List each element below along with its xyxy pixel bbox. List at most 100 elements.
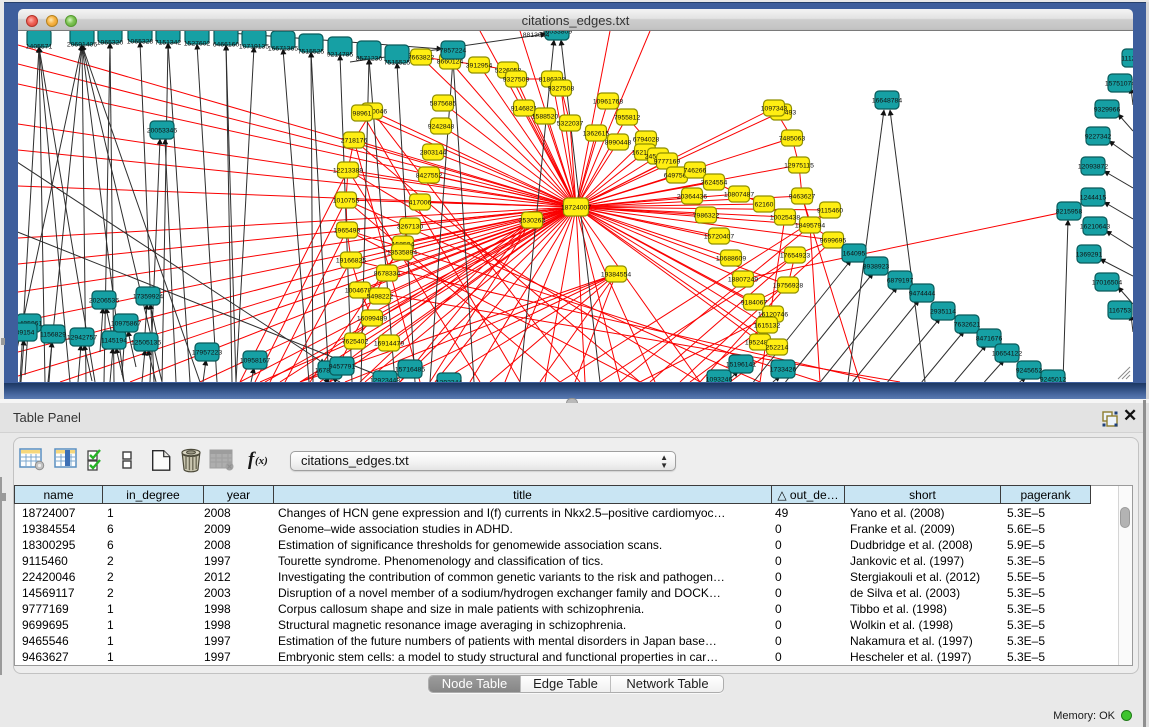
svg-text:7515525: 7515525	[384, 60, 411, 67]
svg-text:12213389: 12213389	[333, 168, 363, 175]
svg-text:9214785: 9214785	[327, 52, 354, 59]
svg-text:1145194: 1145194	[101, 338, 127, 345]
svg-text:8990448: 8990448	[605, 140, 632, 147]
svg-text:9146821: 9146821	[511, 106, 538, 113]
svg-text:15751074: 15751074	[1105, 81, 1133, 88]
svg-text:1965498: 1965498	[334, 228, 361, 235]
svg-text:12093872: 12093872	[1078, 164, 1108, 171]
svg-text:19166825: 19166825	[336, 258, 366, 265]
svg-text:1733426: 1733426	[770, 367, 797, 374]
svg-text:9327509: 9327509	[503, 77, 530, 84]
svg-text:16210643: 16210643	[1080, 224, 1110, 231]
svg-text:17654923: 17654923	[780, 253, 810, 260]
svg-text:16914479: 16914479	[374, 341, 404, 348]
svg-text:7632621: 7632621	[954, 322, 981, 329]
svg-text:17957223: 17957223	[192, 350, 222, 357]
svg-text:5498222: 5498222	[367, 294, 394, 301]
svg-text:6879197: 6879197	[887, 278, 914, 285]
svg-text:12923448: 12923448	[370, 378, 400, 383]
svg-text:1097343: 1097343	[761, 106, 788, 113]
svg-text:10719135: 10719135	[239, 44, 269, 51]
svg-text:2530263: 2530263	[519, 218, 546, 225]
svg-text:19384554: 19384554	[601, 272, 631, 279]
svg-text:8427552: 8427552	[416, 173, 443, 180]
svg-text:7485063: 7485063	[779, 136, 806, 143]
svg-text:5875685: 5875685	[430, 101, 457, 108]
svg-text:10975867: 10975867	[111, 321, 141, 328]
svg-text:1362615: 1362615	[583, 131, 610, 138]
svg-text:20691406: 20691406	[67, 42, 97, 49]
svg-text:1065328: 1065328	[127, 39, 154, 46]
svg-text:9457791: 9457791	[329, 364, 356, 371]
svg-text:3912954: 3912954	[466, 63, 493, 70]
svg-text:20206536: 20206536	[89, 298, 119, 305]
svg-text:12975115: 12975115	[784, 163, 814, 170]
svg-text:252214: 252214	[766, 345, 789, 352]
svg-text:10025438: 10025438	[770, 215, 800, 222]
svg-text:8215958: 8215958	[1056, 209, 1083, 216]
svg-text:8678334: 8678334	[374, 271, 401, 278]
svg-text:1093246: 1093246	[706, 377, 733, 383]
svg-text:8813054: 8813054	[523, 32, 550, 39]
svg-text:10654122: 10654122	[992, 351, 1022, 358]
svg-text:(x): (x)	[255, 455, 268, 467]
svg-text:10688609: 10688609	[716, 256, 746, 263]
svg-text:8571236: 8571236	[356, 56, 383, 63]
svg-text:16671365: 16671365	[268, 46, 298, 53]
svg-text:10961768: 10961768	[593, 99, 623, 106]
svg-text:10807487: 10807487	[724, 192, 754, 199]
svg-text:7955812: 7955812	[614, 115, 641, 122]
svg-text:3624554: 3624554	[701, 180, 728, 187]
svg-text:9227342: 9227342	[1085, 134, 1112, 141]
svg-text:19756928: 19756928	[773, 283, 803, 290]
svg-text:17359924: 17359924	[133, 294, 163, 301]
svg-text:9474444: 9474444	[909, 291, 936, 298]
svg-text:1112547: 1112547	[1121, 56, 1133, 63]
svg-text:9777169: 9777169	[654, 159, 681, 166]
svg-text:1244415: 1244415	[1080, 195, 1107, 202]
svg-text:8938923: 8938923	[863, 264, 890, 271]
svg-text:3267130: 3267130	[397, 224, 424, 231]
svg-text:1588520: 1588520	[532, 114, 559, 121]
svg-text:7515525: 7515525	[298, 49, 325, 56]
svg-text:18495794: 18495794	[795, 223, 825, 230]
svg-text:17016504: 17016504	[1092, 280, 1122, 287]
svg-text:18807249: 18807249	[728, 277, 758, 284]
svg-text:18724007: 18724007	[561, 205, 591, 212]
svg-text:9184067: 9184067	[741, 300, 768, 307]
svg-text:1292344: 1292344	[436, 380, 463, 383]
svg-text:20053346: 20053346	[147, 128, 177, 135]
svg-text:7986322: 7986322	[693, 213, 720, 220]
svg-text:8471676: 8471676	[976, 336, 1003, 343]
svg-text:1965320: 1965320	[97, 40, 124, 47]
svg-text:9242848: 9242848	[428, 124, 455, 131]
svg-text:6466160: 6466160	[213, 42, 240, 49]
svg-text:6794028: 6794028	[633, 137, 660, 144]
svg-text:164095: 164095	[843, 251, 866, 258]
svg-text:1527602: 1527602	[184, 41, 211, 48]
svg-text:9463627: 9463627	[789, 194, 816, 201]
svg-text:9329966: 9329966	[1094, 107, 1121, 114]
svg-text:13535894: 13535894	[387, 250, 417, 257]
svg-text:7151342: 7151342	[155, 40, 182, 47]
svg-text:746266: 746266	[684, 168, 707, 175]
svg-text:7663822: 7663822	[408, 55, 435, 62]
svg-text:16648784: 16648784	[872, 98, 902, 105]
svg-text:98961: 98961	[353, 111, 372, 118]
svg-text:1615132: 1615132	[754, 323, 781, 330]
svg-text:7857224: 7857224	[440, 48, 467, 55]
svg-text:2803144: 2803144	[420, 150, 447, 157]
svg-text:20364436: 20364436	[677, 194, 707, 201]
svg-text:12942757: 12942757	[67, 335, 97, 342]
svg-text:16099489: 16099489	[357, 316, 387, 323]
svg-text:15720407: 15720407	[704, 234, 734, 241]
svg-text:1010755: 1010755	[333, 198, 360, 205]
svg-text:1369291: 1369291	[1076, 252, 1103, 259]
svg-text:5322037: 5322037	[557, 121, 584, 128]
svg-text:2718176: 2718176	[341, 138, 368, 145]
svg-text:62160: 62160	[755, 202, 774, 209]
svg-text:1156829: 1156829	[40, 332, 66, 339]
svg-text:1405571: 1405571	[26, 44, 53, 51]
svg-text:2935114: 2935114	[930, 309, 956, 316]
svg-text:7625402: 7625402	[342, 339, 369, 346]
